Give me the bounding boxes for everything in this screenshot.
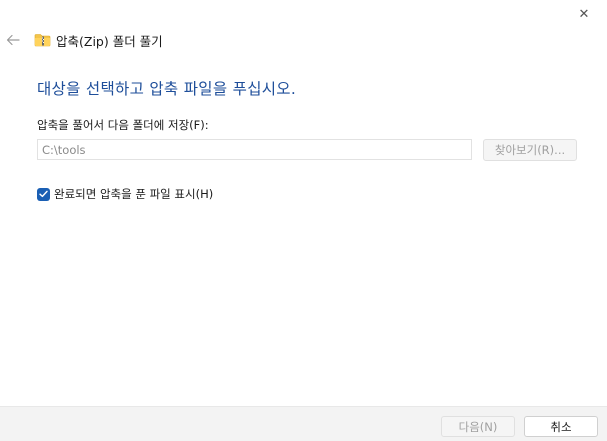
close-button[interactable]: ✕ (561, 0, 607, 28)
browse-button[interactable]: 찾아보기(R)... (483, 139, 577, 161)
dialog-title: 압축(Zip) 폴더 풀기 (56, 33, 163, 49)
back-arrow-icon (6, 34, 20, 46)
back-button[interactable] (2, 30, 24, 50)
page-heading: 대상을 선택하고 압축 파일을 푸십시오. (37, 80, 297, 98)
destination-input[interactable] (37, 139, 472, 160)
close-icon: ✕ (578, 6, 590, 22)
show-files-option[interactable]: 완료되면 압축을 푼 파일 표시(H) (37, 186, 213, 202)
destination-label: 압축을 풀어서 다음 폴더에 저장(F): (37, 118, 209, 132)
show-files-label: 완료되면 압축을 푼 파일 표시(H) (54, 187, 214, 201)
dialog-footer: 다음(N) 취소 (0, 406, 607, 441)
extract-zip-dialog: ✕ 압축(Zip) 폴더 풀기 대상을 선택하고 압축 파일을 푸십시오. 압축… (0, 0, 607, 441)
dialog-title-row: 압축(Zip) 폴더 풀기 (34, 30, 163, 50)
checkmark-icon (39, 190, 48, 198)
next-button[interactable]: 다음(N) (441, 416, 515, 437)
cancel-button[interactable]: 취소 (524, 416, 598, 437)
zip-folder-icon (34, 34, 51, 47)
show-files-checkbox[interactable] (37, 187, 50, 201)
